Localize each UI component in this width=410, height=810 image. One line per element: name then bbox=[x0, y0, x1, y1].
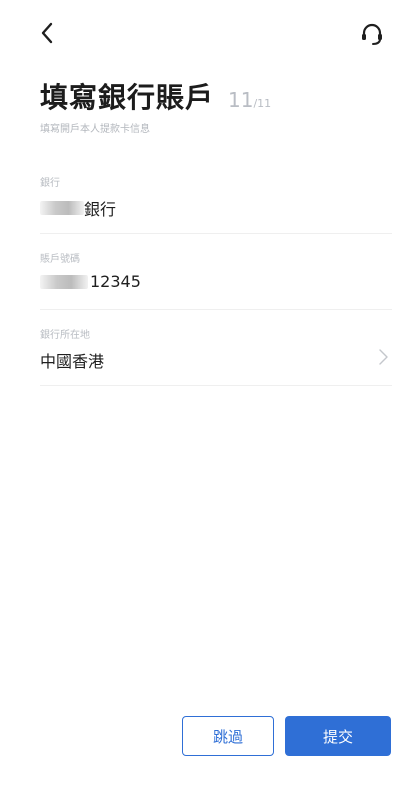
skip-button[interactable]: 跳過 bbox=[182, 716, 274, 756]
page-title: 填寫銀行賬戶 bbox=[40, 81, 215, 114]
step-total: /11 bbox=[253, 97, 272, 110]
title-row: 填寫銀行賬戶 11 /11 bbox=[40, 76, 271, 116]
customer-support-button[interactable] bbox=[356, 18, 388, 50]
bank-field[interactable]: 銀行 銀行 bbox=[40, 174, 392, 234]
bank-location-value: 中國香港 bbox=[40, 352, 105, 371]
step-current: 11 bbox=[228, 88, 254, 112]
account-number-label: 賬戶號碼 bbox=[40, 254, 80, 265]
redacted-block bbox=[40, 201, 84, 215]
headset-icon bbox=[362, 23, 382, 45]
account-number-value-row: 12345 bbox=[40, 272, 141, 291]
submit-button[interactable]: 提交 bbox=[285, 716, 391, 756]
bank-location-label: 銀行所在地 bbox=[40, 330, 90, 341]
account-number-value: 12345 bbox=[90, 272, 141, 291]
bank-location-value-row: 中國香港 bbox=[40, 348, 104, 372]
page-subtitle: 填寫開戶本人提款卡信息 bbox=[40, 124, 150, 135]
chevron-right-icon bbox=[379, 349, 388, 365]
bank-field-value-row: 銀行 bbox=[40, 196, 116, 220]
top-bar bbox=[0, 0, 410, 70]
bank-field-value: 銀行 bbox=[84, 200, 117, 219]
bank-location-field[interactable]: 銀行所在地 中國香港 bbox=[40, 326, 392, 386]
back-button[interactable] bbox=[32, 18, 62, 48]
chevron-left-icon bbox=[41, 22, 53, 44]
bank-account-page: 填寫銀行賬戶 11 /11 填寫開戶本人提款卡信息 銀行 銀行 賬戶號碼 123… bbox=[0, 0, 410, 810]
bank-field-label: 銀行 bbox=[40, 178, 60, 189]
redacted-block bbox=[40, 274, 88, 289]
account-number-field[interactable]: 賬戶號碼 12345 bbox=[40, 250, 392, 310]
